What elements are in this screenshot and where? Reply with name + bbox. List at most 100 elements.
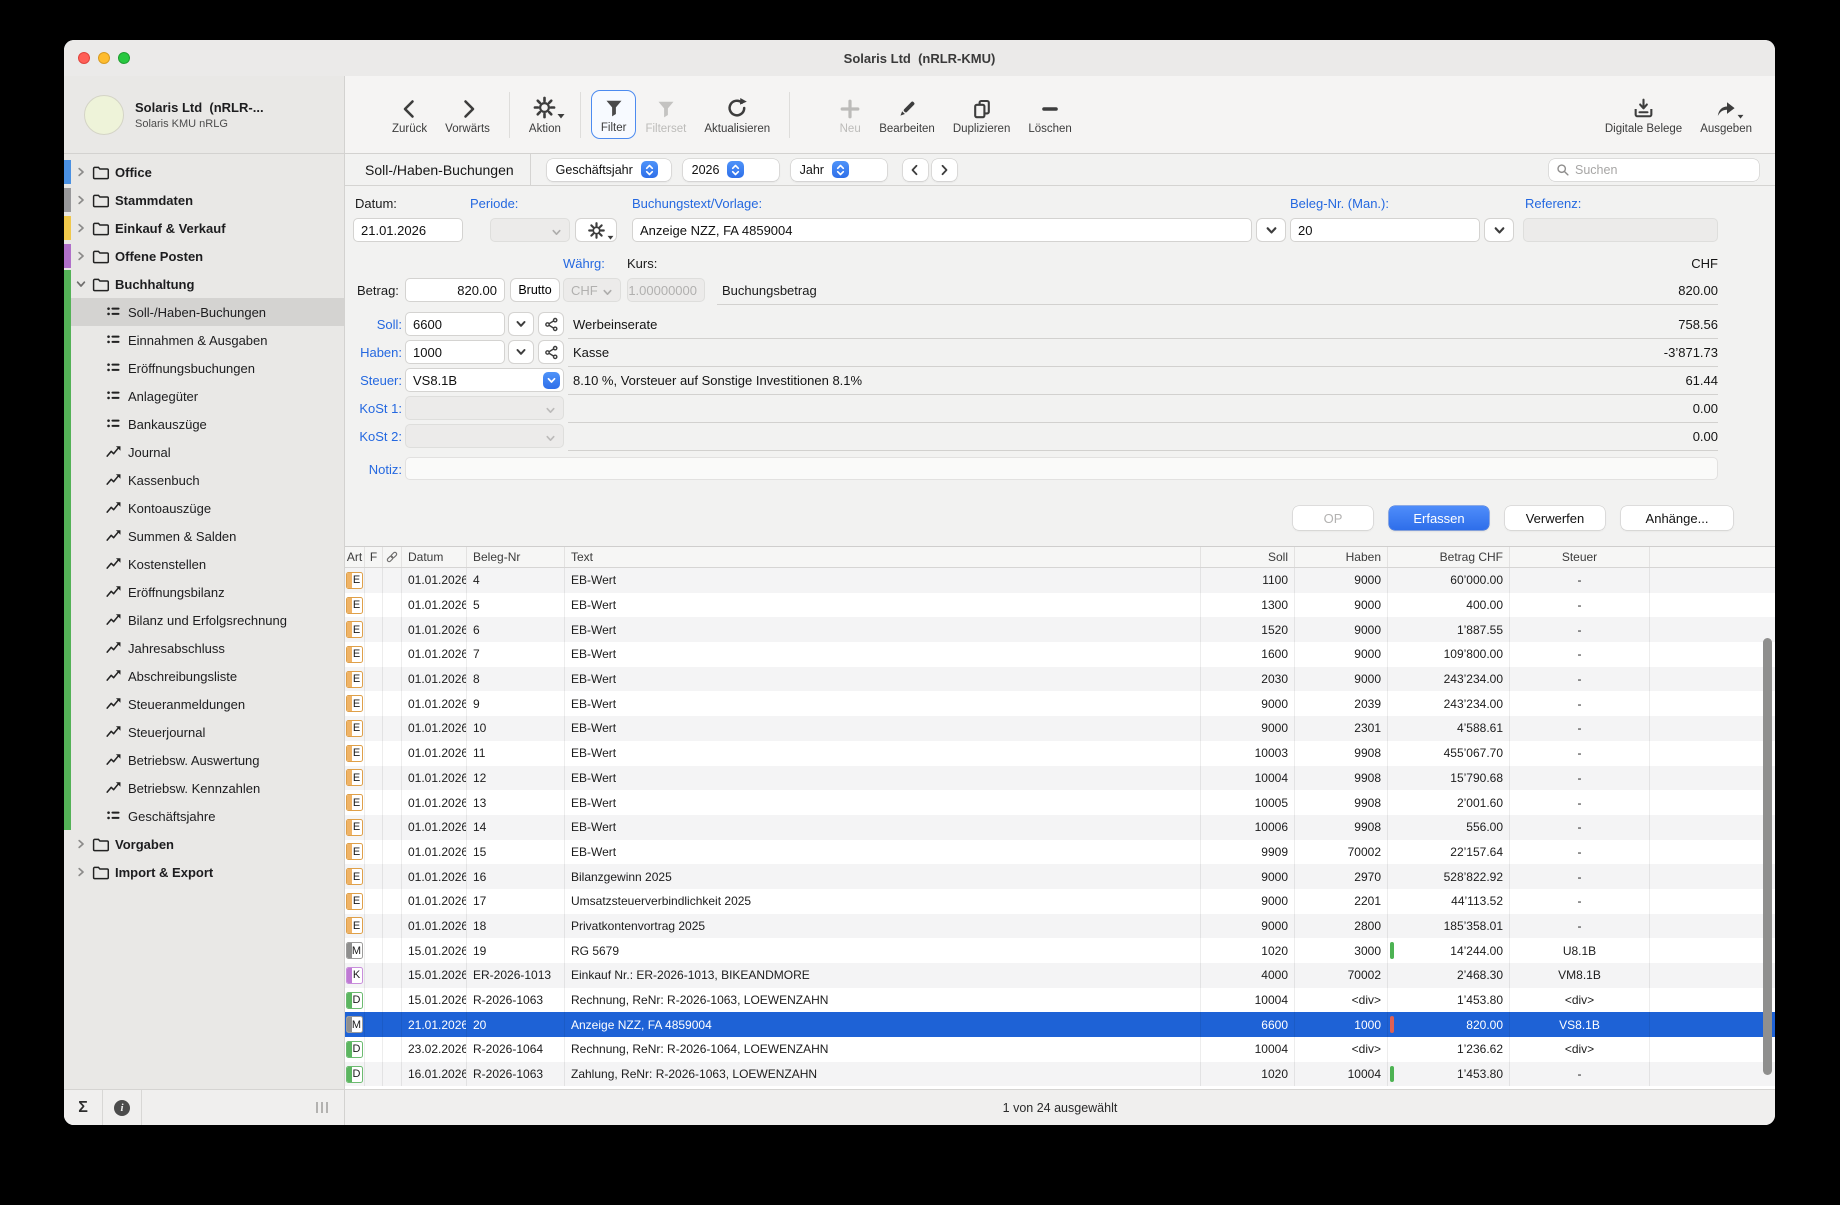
sidebar-item-steuerjournal[interactable]: Steuerjournal — [64, 718, 344, 746]
sidebar-item-eröffnungsbilanz[interactable]: Eröffnungsbilanz — [64, 578, 344, 606]
buchungstext-dropdown-button[interactable] — [1256, 218, 1286, 242]
haben-split-button[interactable] — [538, 340, 564, 364]
soll-konto-input[interactable] — [405, 312, 505, 336]
table-row[interactable]: D23.02.2026R-2026-1064Rechnung, ReNr: R-… — [345, 1037, 1775, 1062]
notiz-input[interactable] — [405, 457, 1718, 480]
chevron-right-icon[interactable] — [76, 251, 86, 261]
period-select[interactable]: Jahr — [791, 159, 887, 181]
table-row[interactable]: D16.01.2026R-2026-1063Zahlung, ReNr: R-2… — [345, 1062, 1775, 1087]
column-header-betrag[interactable]: Betrag CHF — [1388, 547, 1510, 567]
info-button[interactable]: i — [103, 1090, 142, 1125]
search-input[interactable] — [1575, 163, 1752, 177]
table-row[interactable]: E01.01.202613EB-Wert1000599082’001.60- — [345, 790, 1775, 815]
table-row[interactable]: E01.01.20268EB-Wert20309000243’234.00- — [345, 667, 1775, 692]
resize-handle-icon[interactable] — [316, 1102, 328, 1113]
column-header-datum[interactable]: Datum — [402, 547, 467, 567]
sidebar-item-summen-&-salden[interactable]: Summen & Salden — [64, 522, 344, 550]
year-select[interactable]: 2026 — [683, 159, 779, 181]
chevron-right-icon[interactable] — [76, 223, 86, 233]
table-row[interactable]: E01.01.20264EB-Wert1100900060’000.00- — [345, 568, 1775, 593]
sidebar-item-bankauszüge[interactable]: Bankauszüge — [64, 410, 344, 438]
erfassen-button[interactable]: Erfassen — [1389, 506, 1489, 530]
sidebar-item-journal[interactable]: Journal — [64, 438, 344, 466]
delete-button[interactable]: Löschen — [1019, 91, 1080, 139]
datum-input[interactable] — [353, 218, 463, 242]
previous-record-button[interactable] — [903, 159, 928, 181]
chevron-right-icon[interactable] — [76, 167, 86, 177]
column-header-beleg-nr[interactable]: Beleg-Nr — [467, 547, 565, 567]
filterset-button[interactable]: Filterset — [636, 91, 695, 139]
titlebar[interactable]: Solaris Ltd (nRLR-KMU) — [64, 40, 1775, 76]
table-row[interactable]: E01.01.202615EB-Wert99097000222’157.64- — [345, 840, 1775, 865]
sidebar-item-geschäftsjahre[interactable]: Geschäftsjahre — [64, 802, 344, 830]
kost2-select[interactable] — [405, 424, 564, 448]
column-header-soll[interactable]: Soll — [1201, 547, 1295, 567]
digital-receipts-button[interactable]: Digitale Belege — [1596, 91, 1691, 139]
sidebar-item-abschreibungsliste[interactable]: Abschreibungsliste — [64, 662, 344, 690]
minimize-window-button[interactable] — [98, 52, 110, 64]
table-row[interactable]: E01.01.202617Umsatzsteuerverbindlichkeit… — [345, 889, 1775, 914]
table-row[interactable]: E01.01.20266EB-Wert152090001’887.55- — [345, 617, 1775, 642]
filter-button[interactable]: Filter — [591, 90, 637, 139]
sidebar-item-betriebsw-kennzahlen[interactable]: Betriebsw. Kennzahlen — [64, 774, 344, 802]
soll-split-button[interactable] — [538, 312, 564, 336]
sidebar-item-soll-haben-buchungen[interactable]: Soll-/Haben-Buchungen — [64, 298, 344, 326]
sidebar-item-einkauf-&-verkauf[interactable]: Einkauf & Verkauf — [64, 214, 344, 242]
periode-select[interactable] — [490, 218, 570, 242]
buchungstext-input[interactable] — [632, 218, 1252, 242]
filter-type-select[interactable]: Geschäftsjahr — [547, 159, 671, 181]
edit-button[interactable]: Bearbeiten — [870, 91, 944, 139]
sidebar-item-vorgaben[interactable]: Vorgaben — [64, 830, 344, 858]
kost1-select[interactable] — [405, 396, 564, 420]
table-row[interactable]: M15.01.202619RG 56791020300014’244.00U8.… — [345, 938, 1775, 963]
table-row[interactable]: K15.01.2026ER-2026-1013Einkauf Nr.: ER-2… — [345, 963, 1775, 988]
beleg-nr-dropdown-button[interactable] — [1484, 218, 1514, 242]
column-header-art[interactable]: Art — [345, 547, 365, 567]
sidebar-item-einnahmen-&-ausgaben[interactable]: Einnahmen & Ausgaben — [64, 326, 344, 354]
sidebar-item-office[interactable]: Office — [64, 158, 344, 186]
kurs-input[interactable]: 1.00000000 — [627, 278, 705, 302]
table-row[interactable]: E01.01.20269EB-Wert90002039243’234.00- — [345, 691, 1775, 716]
duplicate-button[interactable]: Duplizieren — [944, 91, 1020, 139]
sidebar-item-kontoauszüge[interactable]: Kontoauszüge — [64, 494, 344, 522]
sidebar-item-buchhaltung[interactable]: Buchhaltung — [64, 270, 344, 298]
sidebar-item-import-&-export[interactable]: Import & Export — [64, 858, 344, 886]
chevron-right-icon[interactable] — [76, 195, 86, 205]
table-row[interactable]: E01.01.202611EB-Wert100039908455’067.70- — [345, 741, 1775, 766]
zoom-window-button[interactable] — [118, 52, 130, 64]
column-header-attachment[interactable] — [383, 547, 402, 567]
column-header-haben[interactable]: Haben — [1295, 547, 1388, 567]
haben-konto-input[interactable] — [405, 340, 505, 364]
sidebar-item-steueranmeldungen[interactable]: Steueranmeldungen — [64, 690, 344, 718]
table-row[interactable]: E01.01.202610EB-Wert900023014’588.61- — [345, 716, 1775, 741]
table-row[interactable]: E01.01.20265EB-Wert13009000400.00- — [345, 593, 1775, 618]
column-header-f[interactable]: F — [365, 547, 383, 567]
sidebar-item-jahresabschluss[interactable]: Jahresabschluss — [64, 634, 344, 662]
beleg-nr-input[interactable] — [1290, 218, 1480, 242]
vertical-scrollbar[interactable] — [1763, 638, 1772, 1075]
table-row[interactable]: E01.01.202614EB-Wert100069908556.00- — [345, 815, 1775, 840]
sidebar-item-kostenstellen[interactable]: Kostenstellen — [64, 550, 344, 578]
template-gear-button[interactable] — [575, 218, 617, 242]
action-button[interactable]: Aktion — [520, 91, 570, 139]
new-button[interactable]: Neu — [830, 91, 870, 139]
sidebar-item-offene-posten[interactable]: Offene Posten — [64, 242, 344, 270]
sidebar-item-bilanz-und-erfolgsrechnung[interactable]: Bilanz und Erfolgsrechnung — [64, 606, 344, 634]
op-button[interactable]: OP — [1293, 506, 1373, 530]
back-button[interactable]: Zurück — [383, 91, 436, 139]
sidebar-item-stammdaten[interactable]: Stammdaten — [64, 186, 344, 214]
referenz-input[interactable] — [1523, 218, 1718, 242]
export-button[interactable]: Ausgeben — [1691, 91, 1761, 139]
chevron-right-icon[interactable] — [76, 839, 86, 849]
sidebar-item-eröffnungsbuchungen[interactable]: Eröffnungsbuchungen — [64, 354, 344, 382]
sum-button[interactable]: Σ — [64, 1090, 103, 1125]
company-panel[interactable]: Solaris Ltd (nRLR-... Solaris KMU nRLG — [64, 76, 345, 153]
betrag-input[interactable] — [405, 278, 505, 302]
chevron-right-icon[interactable] — [76, 867, 86, 877]
table-row[interactable]: E01.01.202612EB-Wert10004990815’790.68- — [345, 766, 1775, 791]
verwerfen-button[interactable]: Verwerfen — [1505, 506, 1605, 530]
search-field[interactable] — [1549, 159, 1759, 181]
steuer-select[interactable]: VS8.1B — [405, 368, 564, 392]
column-header-text[interactable]: Text — [565, 547, 1201, 567]
soll-dropdown-button[interactable] — [508, 312, 534, 336]
